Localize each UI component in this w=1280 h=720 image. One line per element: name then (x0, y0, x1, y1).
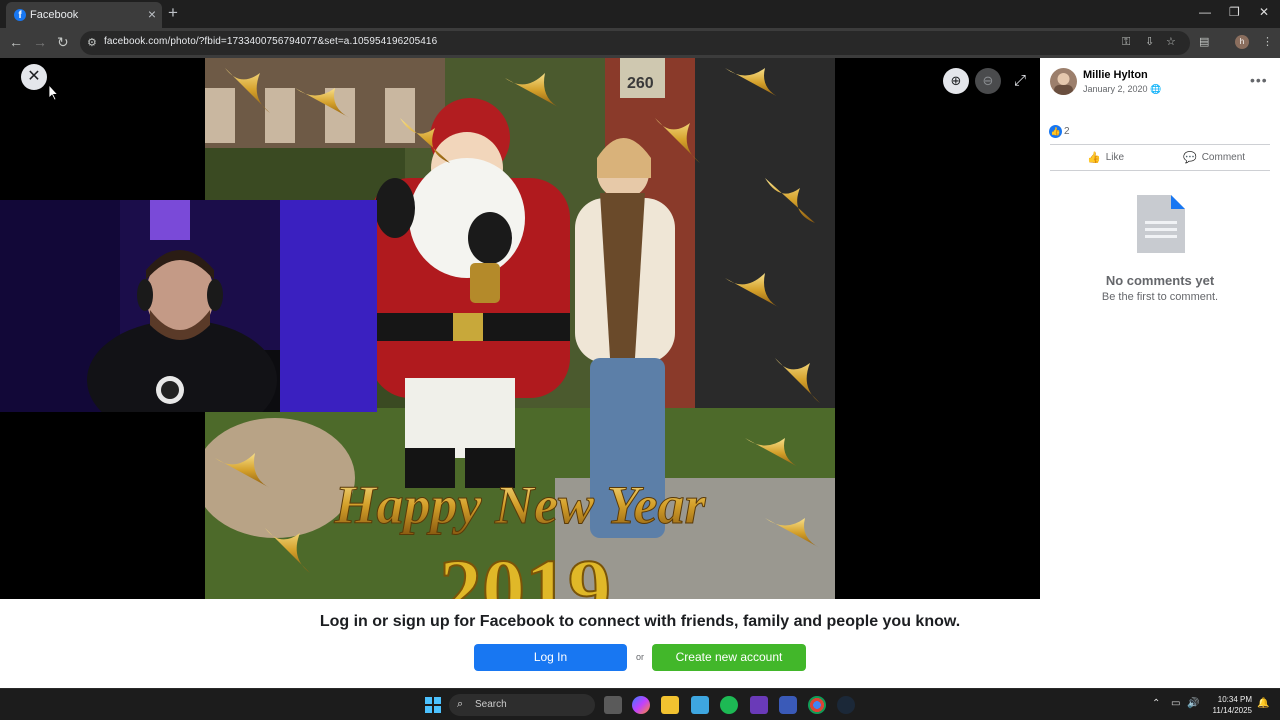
browser-menu-icon[interactable]: ⋮ (1262, 35, 1273, 49)
windows-start-icon[interactable] (425, 697, 441, 713)
post-author-name[interactable]: Millie Hylton (1083, 69, 1148, 81)
task-view-icon[interactable] (604, 696, 622, 714)
zoom-in-icon[interactable]: ⊕ (943, 68, 969, 94)
tab-title: Facebook (30, 9, 79, 21)
side-panel-icon[interactable]: ▤ (1199, 35, 1209, 49)
copilot-icon[interactable] (632, 696, 650, 714)
login-button[interactable]: Log In (474, 644, 627, 671)
close-viewer-button[interactable]: ✕ (21, 64, 47, 90)
photo-caption-greeting: Happy New Year (334, 475, 707, 535)
or-separator: or (636, 652, 645, 662)
network-icon[interactable]: ▭ (1171, 698, 1180, 709)
no-comments-subtitle: Be the first to comment. (1101, 291, 1219, 303)
chrome-icon[interactable] (808, 696, 826, 714)
taskbar-clock-time[interactable]: 10:34 PM (1208, 695, 1252, 704)
author-avatar[interactable] (1050, 68, 1077, 95)
like-button-label: Like (1105, 152, 1125, 163)
no-comments-title: No comments yet (1105, 273, 1215, 288)
taskbar-clock-date[interactable]: 11/14/2025 (1200, 706, 1252, 715)
hud-fx-icon[interactable] (750, 696, 768, 714)
webcam-overlay (0, 200, 377, 412)
public-globe-icon: 🌐 (1150, 84, 1162, 94)
like-reaction-icon[interactable]: 👍 (1049, 125, 1062, 138)
restore-window-icon[interactable]: ❐ (1229, 5, 1240, 19)
taskbar-search[interactable]: ⌕ Search (449, 694, 595, 716)
new-tab-button[interactable]: + (168, 4, 178, 22)
more-options-icon[interactable]: ••• (1250, 72, 1268, 88)
file-explorer-icon[interactable] (661, 696, 679, 714)
bookmark-star-icon[interactable]: ☆ (1166, 35, 1176, 49)
reaction-divider (1050, 144, 1270, 145)
forward-icon[interactable]: → (33, 34, 47, 50)
address-url: facebook.com/photo/?fbid=173340075679407… (104, 36, 438, 47)
notepad-icon[interactable] (691, 696, 709, 714)
tab-close-icon[interactable]: × (148, 6, 156, 22)
fullscreen-icon[interactable]: ⤢ (1007, 68, 1033, 94)
steam-icon[interactable] (837, 696, 855, 714)
tray-overflow-icon[interactable]: ⌃ (1152, 698, 1160, 709)
thumbs-up-icon: 👍 (1087, 152, 1101, 164)
post-side-panel: Millie Hylton January 2, 2020 🌐 ••• 👍 2 … (1040, 58, 1280, 599)
search-icon: ⌕ (457, 698, 464, 710)
facebook-favicon-icon: f (14, 9, 26, 21)
login-banner: Log in or sign up for Facebook to connec… (0, 599, 1280, 688)
empty-comments-document-icon (1137, 195, 1185, 253)
spotify-icon[interactable] (720, 696, 738, 714)
comment-bubble-icon: 💬 (1183, 152, 1197, 164)
taskbar-search-label: Search (475, 699, 507, 710)
back-icon[interactable]: ← (9, 34, 23, 50)
zoom-out-icon[interactable]: ⊖ (975, 68, 1001, 94)
comment-button-label: Comment (1201, 152, 1246, 163)
like-count[interactable]: 2 (1064, 126, 1070, 137)
like-button[interactable]: 👍 Like (1087, 151, 1124, 164)
close-window-icon[interactable]: ✕ (1259, 5, 1269, 19)
profile-avatar[interactable]: h (1235, 35, 1249, 49)
address-bar[interactable]: ⚙ facebook.com/photo/?fbid=1733400756794… (80, 31, 1190, 55)
mouse-cursor-icon (49, 85, 59, 101)
site-info-icon[interactable]: ⚙ (87, 36, 97, 49)
minimize-window-icon[interactable]: — (1199, 5, 1211, 19)
browser-tab-facebook[interactable]: f Facebook × (6, 2, 162, 28)
notifications-icon[interactable]: 🔔 (1257, 698, 1269, 709)
comment-button[interactable]: 💬 Comment (1183, 151, 1245, 164)
photo-caption-year: 2019 (439, 541, 611, 599)
post-date[interactable]: January 2, 2020 (1083, 84, 1148, 94)
install-app-icon[interactable]: ⇩ (1145, 35, 1154, 49)
browser-tab-strip: f Facebook × + — ❐ ✕ (0, 0, 1280, 28)
reload-icon[interactable]: ↻ (57, 34, 69, 50)
create-account-button[interactable]: Create new account (652, 644, 806, 671)
password-key-icon[interactable]: ⚿ (1122, 35, 1130, 49)
action-divider (1050, 170, 1270, 171)
volume-icon[interactable]: 🔊 (1187, 698, 1199, 709)
house-number: 260 (627, 75, 654, 92)
login-banner-title: Log in or sign up for Facebook to connec… (319, 613, 961, 630)
windows-taskbar: ⌕ Search ⌃ ▭ 🔊 10:34 PM 11/14/2025 🔔 (0, 688, 1280, 720)
photo-viewer: 260 Happy New Year 2019 ✕ ⊕ ⊖ ⤢ (0, 58, 1040, 599)
browser-toolbar: ← → ↻ ⚙ facebook.com/photo/?fbid=1733400… (0, 28, 1280, 58)
app-diamond-icon[interactable] (779, 696, 797, 714)
